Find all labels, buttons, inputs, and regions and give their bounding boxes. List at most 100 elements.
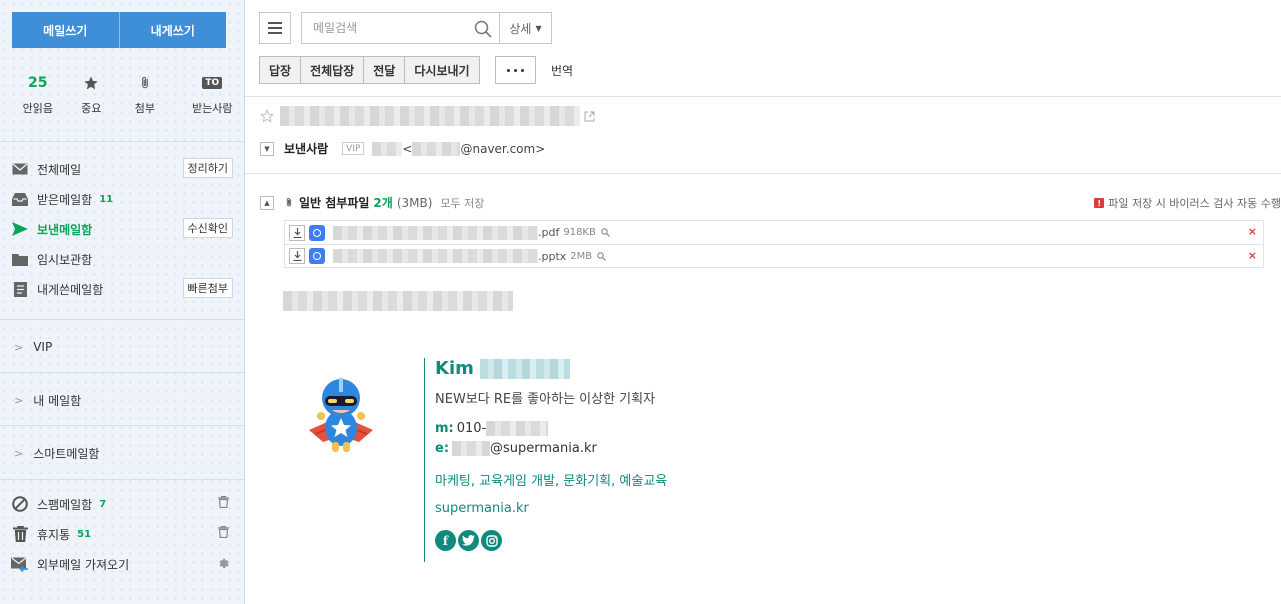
folder-self-sent[interactable]: 내게쓴메일함 빠른첨부 — [11, 278, 233, 300]
detail-search-dropdown[interactable]: 상세 ▼ — [499, 12, 552, 44]
attachment-row: .pptx 2MB × — [285, 244, 1263, 267]
group-smart-mailbox[interactable]: > 스마트메일함 — [14, 445, 99, 462]
collapse-toggle-icon[interactable]: ▼ — [260, 141, 274, 156]
phone-key: m: — [435, 421, 454, 436]
paperclip-icon — [141, 76, 148, 89]
envelope-icon — [11, 161, 29, 177]
forward-button[interactable]: 전달 — [363, 57, 405, 83]
folder-icon — [11, 251, 29, 267]
mail-view: 상세 ▼ 답장 전체답장 전달 다시보내기 번역 ▼ 보낸사람 VIP < @n… — [245, 0, 1281, 604]
preview-magnifier-icon[interactable] — [597, 251, 607, 261]
menu-toggle-button[interactable] — [259, 12, 291, 44]
attachments-size: (3MB) — [396, 195, 433, 210]
quick-unread-label: 안읽음 — [22, 102, 53, 115]
twitter-icon[interactable] — [458, 530, 479, 551]
group-label: 내 메일함 — [33, 394, 82, 408]
remove-attachment-icon[interactable]: × — [1248, 225, 1257, 238]
folder-label: 스팸메일함 — [37, 497, 93, 512]
quick-important-label: 중요 — [81, 102, 102, 115]
more-options-button[interactable] — [495, 56, 536, 84]
virus-note-text: 파일 저장 시 바이러스 검사 자동 수행 — [1108, 197, 1281, 210]
sidebar-divider — [0, 479, 244, 480]
spam-count: 7 — [99, 498, 107, 510]
action-buttons: 답장 전체답장 전달 다시보내기 — [259, 56, 480, 84]
signature-email[interactable]: e: @supermania.kr — [435, 441, 597, 456]
translate-button[interactable]: 번역 — [551, 62, 573, 79]
folder-all-mail[interactable]: 전체메일 정리하기 — [11, 158, 233, 180]
compose-button[interactable]: 메일쓰기 — [12, 12, 119, 48]
reply-button[interactable]: 답장 — [260, 57, 301, 83]
star-outline-icon[interactable] — [260, 109, 274, 123]
organize-button[interactable]: 정리하기 — [182, 158, 233, 178]
file-size: 2MB — [570, 250, 593, 262]
phone-prefix: 010- — [456, 421, 487, 436]
save-all-button[interactable]: 모두 저장 — [440, 195, 484, 211]
quick-attachment[interactable]: 첨부 — [118, 72, 172, 116]
folder-trash[interactable]: 휴지통 51 — [11, 523, 233, 545]
cloud-save-icon[interactable] — [309, 224, 325, 241]
folder-drafts[interactable]: 임시보관함 — [11, 248, 233, 270]
collapse-attachments-icon[interactable]: ▲ — [260, 195, 274, 210]
cloud-save-icon[interactable] — [309, 248, 325, 264]
folder-spam[interactable]: 스팸메일함 7 — [11, 493, 233, 515]
sidebar-divider — [0, 372, 244, 373]
vip-badge[interactable]: VIP — [342, 142, 365, 155]
download-icon[interactable] — [289, 224, 305, 241]
folder-label: 받은메일함 — [37, 192, 93, 207]
group-my-mailbox[interactable]: > 내 메일함 — [14, 392, 81, 409]
detail-label: 상세 — [509, 21, 532, 36]
attachments-count: 2개 — [373, 196, 393, 210]
quick-to-me[interactable]: TO 받는사람 — [180, 72, 245, 116]
quick-unread[interactable]: 25 안읽음 — [11, 72, 65, 116]
social-links: f — [435, 530, 502, 551]
attachment-row: .pdf 918KB × — [285, 221, 1263, 244]
body-text-redacted — [283, 291, 513, 311]
resend-button[interactable]: 다시보내기 — [404, 57, 479, 83]
empty-spam-trash-icon[interactable] — [218, 496, 229, 511]
attachment-name[interactable]: .pdf 918KB — [333, 225, 596, 240]
quick-important[interactable]: 중요 — [65, 72, 119, 116]
hamburger-icon — [268, 22, 282, 24]
folder-inbox[interactable]: 받은메일함 11 — [11, 188, 233, 210]
preview-magnifier-icon[interactable] — [601, 228, 610, 237]
remove-attachment-icon[interactable]: × — [1248, 249, 1257, 262]
file-ext: .pdf — [538, 226, 560, 239]
download-icon[interactable] — [289, 248, 305, 264]
attachment-name[interactable]: .pptx 2MB — [333, 249, 592, 263]
folder-sent[interactable]: 보낸메일함 수신확인 — [11, 218, 233, 240]
search-icon[interactable] — [474, 20, 492, 38]
chevron-right-icon: > — [14, 447, 24, 460]
attachments-title: 일반 첨부파일 — [299, 196, 370, 210]
chevron-right-icon: > — [14, 394, 24, 407]
file-ext: .pptx — [538, 249, 567, 263]
quick-filters: 25 안읽음 중요 첨부 TO 받는사람 — [0, 72, 245, 116]
quick-attach-button[interactable]: 빠른첨부 — [182, 278, 233, 298]
inbox-icon — [11, 191, 29, 207]
group-vip[interactable]: > VIP — [14, 340, 52, 354]
empty-trash-icon[interactable] — [218, 526, 229, 541]
sender-label: 보낸사람 — [284, 142, 329, 156]
quick-to-me-label: 받는사람 — [192, 102, 233, 115]
facebook-icon[interactable]: f — [435, 530, 456, 551]
folder-label: 휴지통 — [37, 527, 71, 542]
search-input[interactable] — [313, 21, 463, 35]
external-link-icon[interactable] — [584, 111, 595, 122]
unread-count: 25 — [28, 75, 48, 91]
sender-address[interactable]: < @naver.com > — [372, 141, 545, 156]
email-domain: @supermania.kr — [490, 441, 597, 456]
to-badge-icon: TO — [202, 77, 223, 89]
sender-row: ▼ 보낸사람 VIP < @naver.com > — [260, 140, 545, 157]
folder-external-import[interactable]: 외부메일 가져오기 — [11, 553, 233, 575]
signature-website-link[interactable]: supermania.kr — [435, 501, 529, 516]
self-compose-button[interactable]: 내게쓰기 — [118, 12, 226, 48]
signature-phone: m: 010- — [435, 421, 549, 436]
read-receipt-button[interactable]: 수신확인 — [182, 218, 233, 238]
settings-gear-icon[interactable] — [217, 556, 229, 571]
signature-name-redacted — [479, 358, 570, 379]
reply-all-button[interactable]: 전체답장 — [300, 57, 364, 83]
attachments-header: ▲ 일반 첨부파일 2개 (3MB) 모두 저장 — [260, 194, 484, 211]
instagram-icon[interactable] — [481, 530, 502, 551]
trash-icon — [11, 526, 29, 542]
quick-attachment-label: 첨부 — [134, 102, 155, 115]
inbox-count: 11 — [99, 193, 114, 205]
